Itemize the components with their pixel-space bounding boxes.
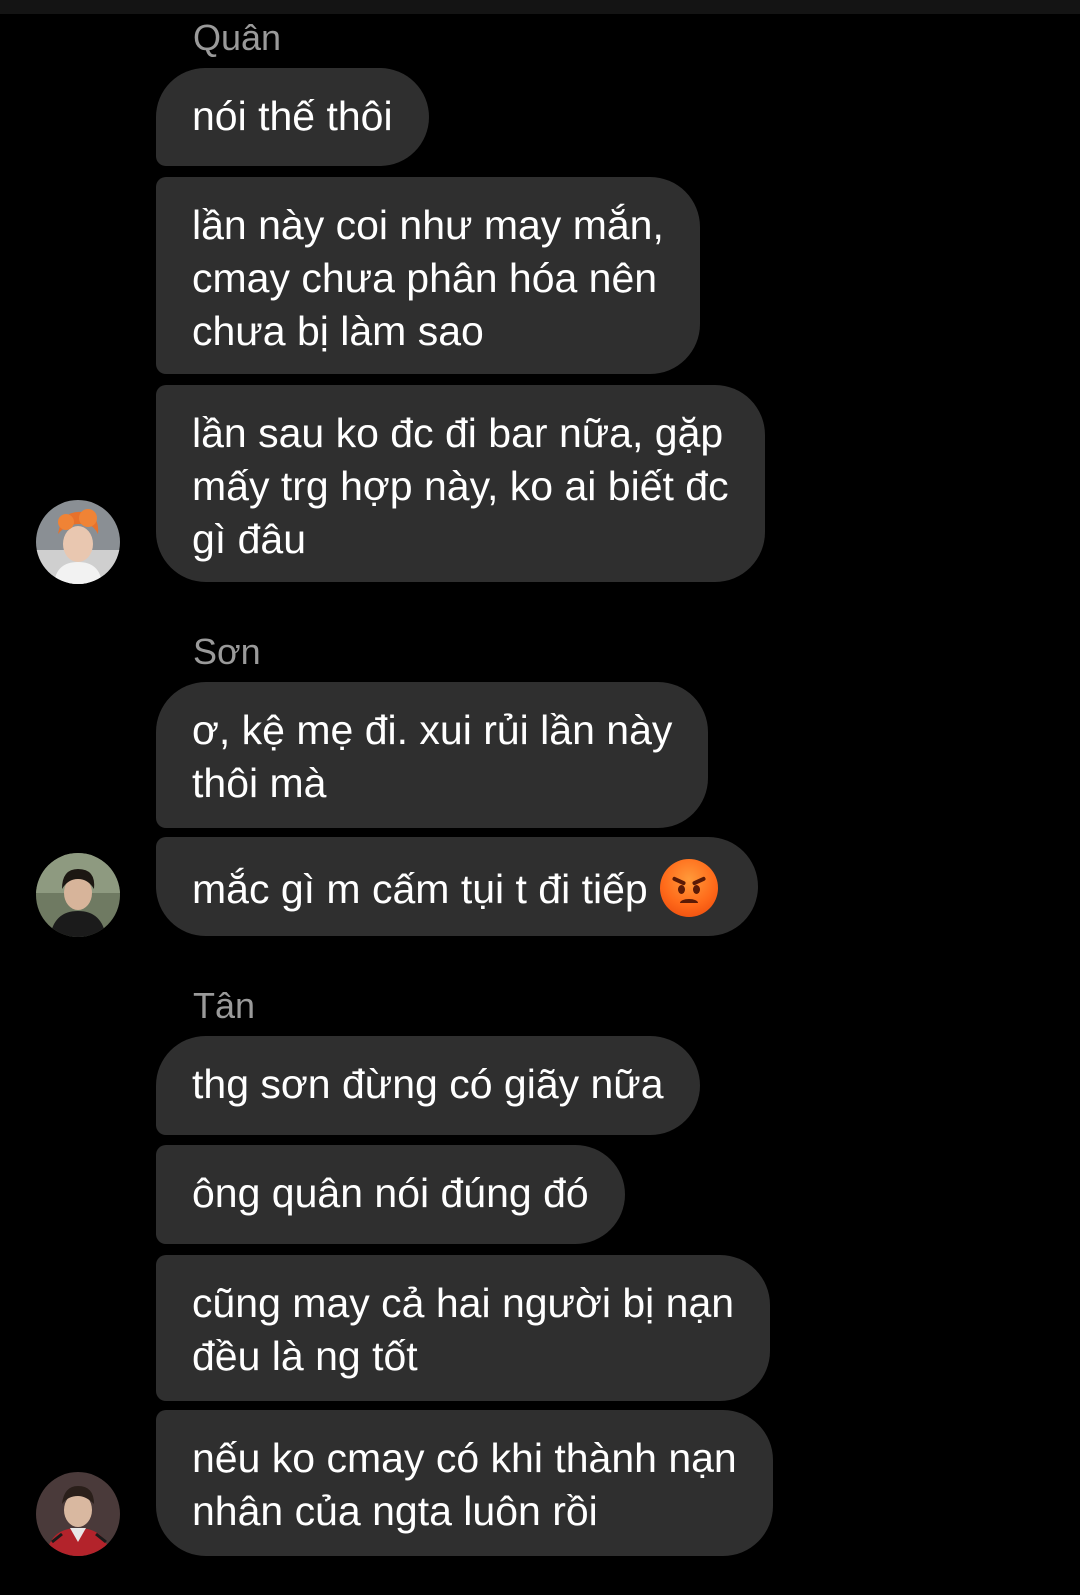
message-bubble[interactable]: cũng may cả hai người bị nạn đều là ng t… <box>156 1255 771 1401</box>
user-avatar-orange-hair-icon <box>36 500 120 584</box>
user-avatar-dark-hair-icon <box>36 853 120 937</box>
angry-face-icon <box>659 859 718 917</box>
message-text: mắc gì m cấm tụi t đi tiếp <box>192 866 648 912</box>
sender-name-quan: Quân <box>193 17 282 58</box>
message-bubble[interactable]: thg sơn đừng có giãy nữa <box>156 1036 700 1135</box>
avatar-son[interactable] <box>36 853 120 937</box>
message-bubble[interactable]: lần sau ko đc đi bar nữa, gặp mấy trg hợ… <box>156 385 765 582</box>
sender-name-son: Sơn <box>193 631 261 672</box>
message-bubble[interactable]: nói thế thôi <box>156 68 429 166</box>
sender-name-tan: Tân <box>193 985 256 1026</box>
top-bar <box>0 0 1080 14</box>
message-bubble-with-emoji[interactable]: mắc gì m cấm tụi t đi tiếp <box>156 837 758 936</box>
message-bubble[interactable]: ơ, kệ mẹ đi. xui rủi lần này thôi mà <box>156 682 709 828</box>
message-bubble[interactable]: ông quân nói đúng đó <box>156 1145 625 1244</box>
avatar-quan[interactable] <box>36 500 120 584</box>
message-bubble[interactable]: nếu ko cmay có khi thành nạn nhân của ng… <box>156 1410 773 1556</box>
avatar-tan[interactable] <box>36 1472 120 1556</box>
message-bubble[interactable]: lần này coi như may mắn, cmay chưa phân … <box>156 177 700 374</box>
user-avatar-red-jacket-icon <box>36 1472 120 1556</box>
